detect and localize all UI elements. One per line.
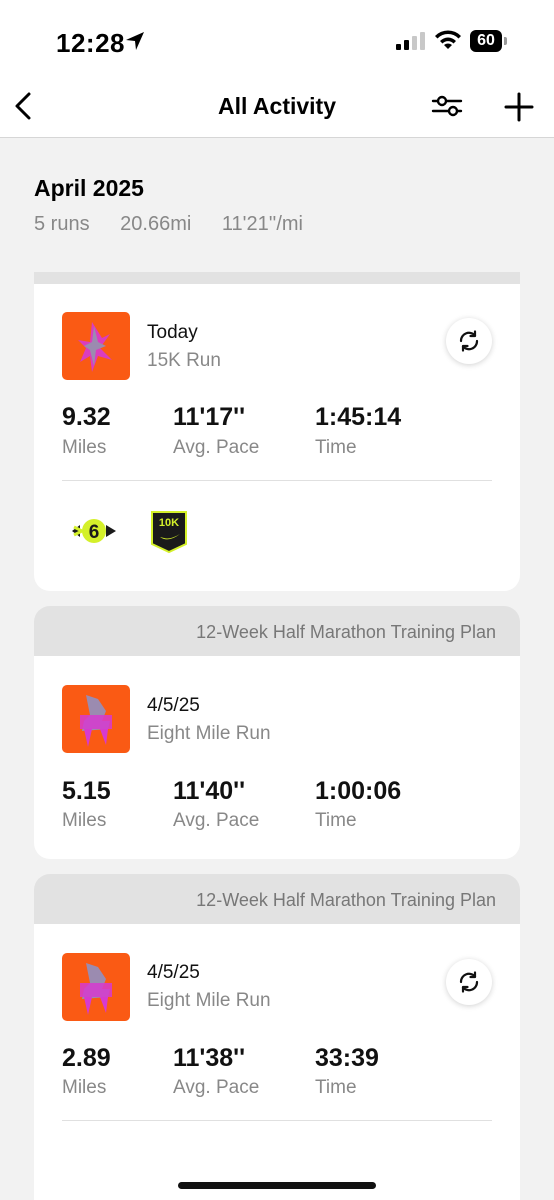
distance-value: 5.15: [62, 777, 111, 805]
distance-label: Miles: [62, 437, 107, 458]
distance-value: 2.89: [62, 1044, 111, 1072]
time-value: 33:39: [315, 1044, 379, 1072]
activity-thumbnail: [62, 685, 130, 753]
activity-thumbnail: [62, 953, 130, 1021]
pace-label: Avg. Pace: [173, 437, 260, 458]
activity-date: Today: [147, 322, 198, 343]
sync-icon: [459, 971, 479, 993]
top-bar: 12:28 60 All Activity: [0, 0, 554, 138]
time-label: Time: [315, 810, 357, 831]
activity-card[interactable]: 12-Week Half Marathon Training Plan 4/5/…: [34, 874, 520, 1200]
plan-header: 12-Week Half Marathon Training Plan: [34, 606, 520, 656]
sync-button[interactable]: [446, 959, 492, 1005]
runner-art-icon: [80, 963, 112, 1015]
wifi-icon: [435, 30, 461, 49]
activity-card-body[interactable]: 4/5/25 Eight Mile Run 2.89 Miles 11'38''…: [34, 924, 520, 1200]
pace-label: Avg. Pace: [173, 1077, 260, 1098]
distance-label: Miles: [62, 1077, 107, 1098]
activity-card[interactable]: 12-Week Half Marathon Training Plan 4/5/…: [34, 606, 520, 859]
activity-card-body[interactable]: 4/5/25 Eight Mile Run 5.15 Miles 11'40''…: [34, 656, 520, 859]
activity-date: 4/5/25: [147, 695, 200, 716]
month-summary: April 2025 5 runs 20.66mi 11'21''/mi: [0, 139, 554, 272]
activity-name: Eight Mile Run: [147, 990, 271, 1011]
card-top-strip: [34, 272, 520, 284]
activity-card-body[interactable]: Today 15K Run 9.32 Miles 11'17'' Avg. Pa…: [34, 284, 520, 591]
month-runs: 5 runs: [34, 213, 90, 235]
distance-value: 9.32: [62, 403, 111, 431]
cellular-signal-icon: [396, 32, 425, 50]
add-icon[interactable]: [502, 90, 536, 124]
10k-badge[interactable]: 10K: [150, 510, 188, 554]
battery-indicator: 60: [470, 30, 507, 52]
runner-art-icon: [80, 695, 112, 747]
activity-thumbnail: [62, 312, 130, 380]
time-label: Time: [315, 437, 357, 458]
svg-text:6: 6: [89, 522, 100, 543]
runner-art-icon: [78, 322, 112, 372]
pace-value: 11'38'': [173, 1044, 246, 1072]
page-title: All Activity: [217, 93, 336, 119]
plan-header: 12-Week Half Marathon Training Plan: [34, 874, 520, 924]
activity-date: 4/5/25: [147, 962, 200, 983]
month-title: April 2025: [34, 175, 144, 201]
pace-value: 11'40'': [173, 777, 246, 805]
battery-tip: [504, 37, 507, 45]
divider: [62, 1120, 492, 1121]
distance-label: Miles: [62, 810, 107, 831]
activity-name: Eight Mile Run: [147, 723, 271, 744]
time-label: Time: [315, 1077, 357, 1098]
activity-card[interactable]: Today 15K Run 9.32 Miles 11'17'' Avg. Pa…: [34, 284, 520, 591]
location-arrow-icon: [126, 32, 144, 50]
month-pace: 11'21''/mi: [221, 213, 303, 235]
activity-name: 15K Run: [147, 350, 221, 371]
home-indicator[interactable]: [178, 1182, 376, 1189]
time-value: 1:45:14: [315, 403, 402, 431]
status-time: 12:28: [56, 28, 125, 58]
month-distance: 20.66mi: [120, 213, 192, 235]
pace-label: Avg. Pace: [173, 810, 260, 831]
pace-value: 11'17'': [173, 403, 246, 431]
streak-6-badge-icon[interactable]: 6: [70, 511, 118, 551]
battery-level: 60: [470, 30, 502, 52]
sync-icon: [459, 330, 479, 352]
month-stats: 5 runs 20.66mi 11'21''/mi: [34, 213, 328, 236]
time-value: 1:00:06: [315, 777, 402, 805]
divider: [62, 480, 492, 481]
sync-button[interactable]: [446, 318, 492, 364]
filter-sliders-icon[interactable]: [430, 92, 464, 120]
10k-badge-text: 10K: [158, 517, 180, 529]
